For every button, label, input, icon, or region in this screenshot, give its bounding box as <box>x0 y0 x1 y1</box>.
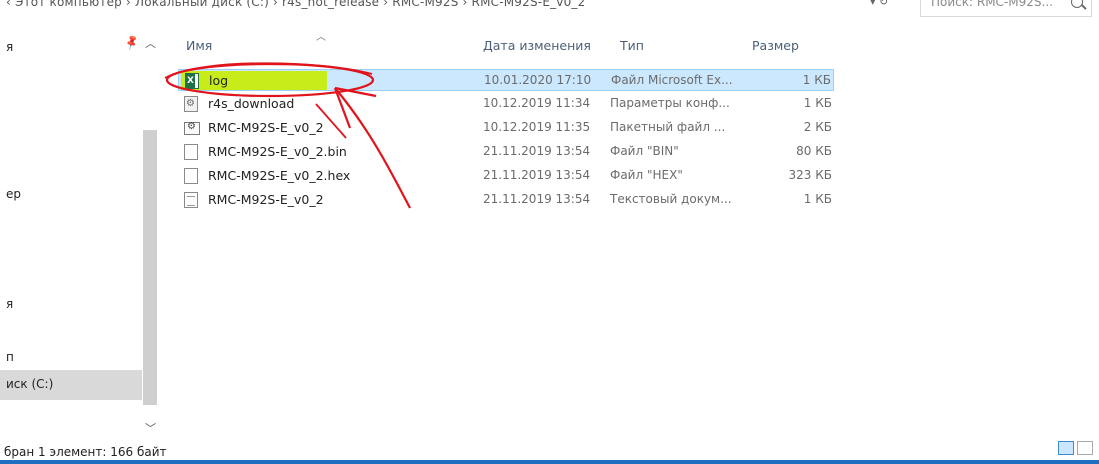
file-date: 10.12.2019 11:35 <box>483 120 591 134</box>
nav-scrollbar[interactable] <box>143 130 157 405</box>
file-row[interactable]: r4s_download 10.12.2019 11:34 Параметры … <box>178 93 834 115</box>
refresh-icon[interactable]: ▾ ↻ <box>870 0 888 8</box>
file-size: 1 КБ <box>803 192 832 206</box>
file-size: 80 КБ <box>796 144 832 158</box>
nav-item-library[interactable]: я <box>6 297 13 311</box>
file-date: 21.11.2019 13:54 <box>483 168 591 182</box>
file-name: RMC-M92S-E_v0_2 <box>208 120 324 135</box>
scroll-down-icon[interactable]: ﹀ <box>145 420 156 436</box>
file-date: 10.01.2020 17:10 <box>484 73 592 87</box>
file-size: 2 КБ <box>803 120 832 134</box>
file-type: Файл Microsoft Ex... <box>611 73 733 87</box>
file-type: Текстовый докум... <box>610 192 732 206</box>
nav-item-computer[interactable]: ер <box>6 187 21 201</box>
file-type: Параметры конф... <box>610 96 730 110</box>
search-icon <box>1071 0 1083 8</box>
column-header-size[interactable]: Размер <box>752 38 799 53</box>
text-file-icon <box>184 192 198 208</box>
large-icons-view-button[interactable] <box>1077 441 1093 455</box>
column-header-name[interactable]: Имя <box>186 38 212 53</box>
file-type: Пакетный файл ... <box>610 120 726 134</box>
highlighter-mark <box>181 71 327 90</box>
file-name: RMC-M92S-E_v0_2 <box>208 192 324 207</box>
navigation-pane: я 📌 ︿ ер я п иск (C:) ﹀ <box>0 30 160 440</box>
file-row[interactable]: RMC-M92S-E_v0_2.bin 21.11.2019 13:54 Фай… <box>178 141 834 163</box>
details-view-button[interactable] <box>1058 441 1074 455</box>
config-file-icon <box>184 96 198 112</box>
file-name: RMC-M92S-E_v0_2.bin <box>208 144 347 159</box>
excel-file-icon <box>185 73 199 89</box>
search-input[interactable]: Поиск: RMC-M92S... <box>920 0 1092 17</box>
nav-item-local-disk-label: иск (C:) <box>6 377 54 391</box>
search-placeholder: Поиск: RMC-M92S... <box>931 0 1053 9</box>
file-date: 10.12.2019 11:34 <box>483 96 591 110</box>
file-name: RMC-M92S-E_v0_2.hex <box>208 168 351 183</box>
file-row[interactable]: RMC-M92S-E_v0_2 21.11.2019 13:54 Текстов… <box>178 189 834 211</box>
file-type: Файл "HEX" <box>610 168 683 182</box>
column-header-date[interactable]: Дата изменения <box>483 38 591 53</box>
batch-file-icon <box>184 121 200 135</box>
sort-caret-icon: ︿ <box>316 32 326 43</box>
pin-icon[interactable]: 📌 <box>123 33 141 51</box>
file-row[interactable]: RMC-M92S-E_v0_2 10.12.2019 11:35 Пакетны… <box>178 117 834 139</box>
nav-item-quick-access[interactable]: я <box>6 40 13 54</box>
scroll-up-icon[interactable]: ︿ <box>145 35 156 51</box>
address-bar: ‹ Этот компьютер › Локальный диск (C:) ›… <box>0 0 1099 24</box>
nav-item-network[interactable]: п <box>6 350 14 364</box>
generic-file-icon <box>184 144 198 160</box>
file-size: 323 КБ <box>788 168 832 182</box>
file-date: 21.11.2019 13:54 <box>483 144 591 158</box>
breadcrumb[interactable]: ‹ Этот компьютер › Локальный диск (C:) ›… <box>6 0 585 9</box>
file-name: r4s_download <box>208 96 295 111</box>
window-bottom-border <box>0 460 1099 464</box>
generic-file-icon <box>184 168 198 184</box>
column-header-type[interactable]: Тип <box>620 38 644 53</box>
file-row[interactable]: log 10.01.2020 17:10 Файл Microsoft Ex..… <box>178 69 834 91</box>
file-type: Файл "BIN" <box>610 144 679 158</box>
file-size: 1 КБ <box>803 96 832 110</box>
file-size: 1 КБ <box>802 73 831 87</box>
status-text: бран 1 элемент: 166 байт <box>4 445 167 459</box>
file-row[interactable]: RMC-M92S-E_v0_2.hex 21.11.2019 13:54 Фай… <box>178 165 834 187</box>
file-name: log <box>209 73 229 88</box>
file-date: 21.11.2019 13:54 <box>483 192 591 206</box>
